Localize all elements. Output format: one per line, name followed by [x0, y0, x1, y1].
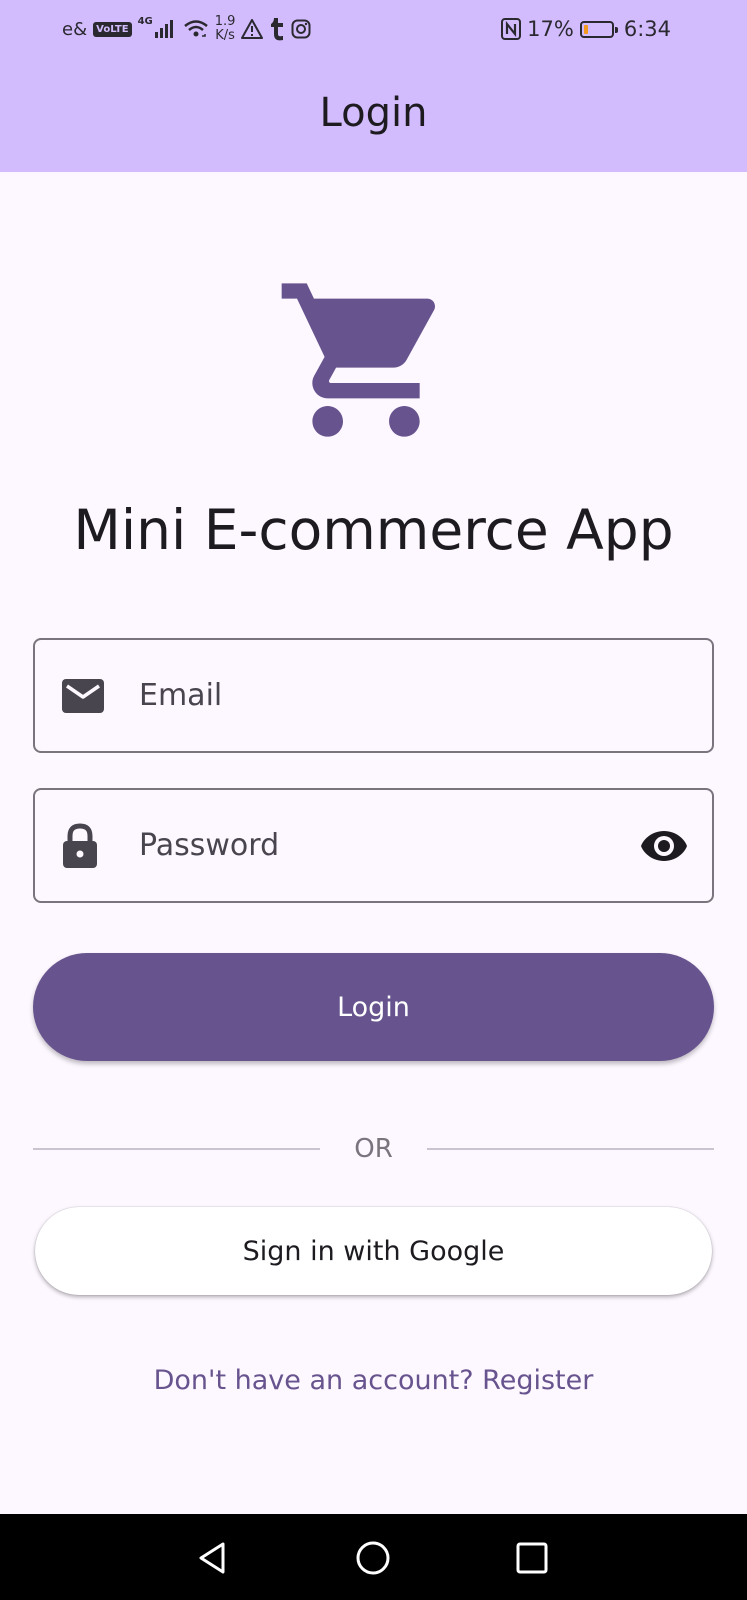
- divider-text: OR: [354, 1134, 393, 1164]
- navigation-bar: [0, 1514, 747, 1600]
- divider-line-left: [33, 1148, 321, 1150]
- volte-badge: VoLTE: [93, 21, 132, 37]
- battery-fill: [583, 24, 588, 34]
- password-input[interactable]: [139, 790, 599, 901]
- wifi-icon: [183, 20, 208, 37]
- signal-icon: [154, 20, 173, 38]
- back-icon[interactable]: [195, 1540, 231, 1576]
- status-bar: e& VoLTE 4G 1.9 K/s 17% 6:34: [0, 0, 747, 58]
- email-input[interactable]: [139, 640, 599, 751]
- google-sign-in-button[interactable]: Sign in with Google: [35, 1207, 712, 1295]
- status-left-group: e& VoLTE 4G 1.9 K/s: [62, 14, 311, 44]
- instagram-icon: [291, 19, 311, 39]
- carrier-label: e&: [62, 18, 88, 40]
- eye-icon[interactable]: [640, 830, 688, 862]
- register-link[interactable]: Don't have an account? Register: [0, 1365, 747, 1396]
- email-icon: [62, 678, 104, 713]
- or-divider: OR: [33, 1131, 714, 1167]
- battery-icon: [579, 20, 618, 38]
- speed-unit: K/s: [215, 28, 235, 43]
- recents-icon[interactable]: [514, 1540, 550, 1576]
- battery-percent: 17%: [527, 17, 574, 41]
- status-right-group: 17% 6:34: [501, 14, 671, 44]
- password-field[interactable]: [33, 788, 714, 903]
- warning-icon: [241, 19, 264, 39]
- nfc-icon: [501, 18, 522, 40]
- shopping-cart-icon: [281, 283, 436, 437]
- speed-value: 1.9: [214, 14, 236, 29]
- home-icon[interactable]: [355, 1540, 391, 1576]
- app-bar: Login: [0, 58, 747, 172]
- app-bar-title: Login: [319, 90, 428, 136]
- clock: 6:34: [623, 17, 671, 41]
- divider-line-right: [426, 1148, 714, 1150]
- login-button[interactable]: Login: [33, 953, 714, 1061]
- network-speed: 1.9 K/s: [215, 15, 236, 43]
- app-title: Mini E-commerce App: [73, 498, 674, 562]
- lock-icon: [63, 822, 97, 868]
- tumblr-icon: [271, 18, 284, 41]
- email-field[interactable]: [33, 638, 714, 753]
- network-type-label: 4G: [137, 16, 153, 27]
